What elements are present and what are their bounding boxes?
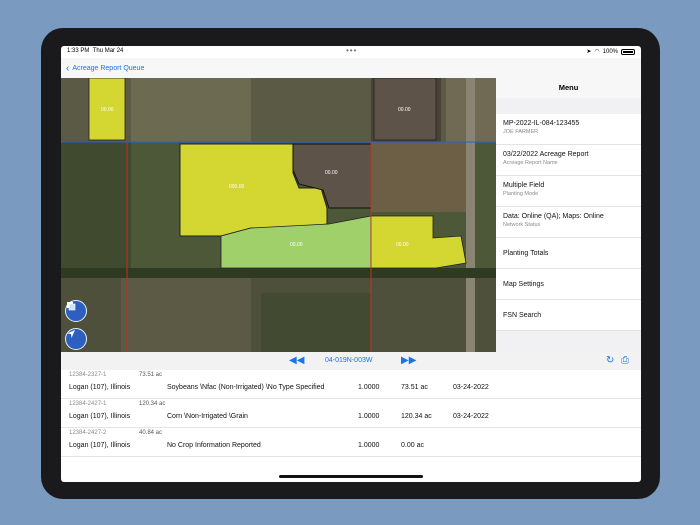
- field-label: 00.00: [325, 170, 338, 176]
- menu-item-sublabel: Acreage Report Name: [503, 160, 558, 166]
- back-button[interactable]: ‹ Acreage Report Queue: [66, 63, 144, 74]
- reported-acres: 120.34 ac: [139, 401, 166, 407]
- reported-acres: 40.84 ac: [139, 430, 163, 436]
- menu-item-label: Planting Totals: [503, 250, 549, 257]
- crop-description: No Crop Information Reported: [167, 442, 261, 449]
- menu-item-planting-totals[interactable]: Planting Totals: [496, 238, 641, 269]
- unit-id: 12384-2427-2: [69, 430, 107, 436]
- home-indicator[interactable]: [279, 475, 423, 478]
- unit-id: 12384-2427-1: [69, 401, 107, 407]
- menu-item-sublabel: JOE FARMER: [503, 129, 539, 135]
- menu-title: Menu: [496, 58, 641, 98]
- menu-item-acreage-report[interactable]: 03/22/2022 Acreage Report Acreage Report…: [496, 145, 641, 176]
- field-label: 00.00: [398, 107, 411, 113]
- list-item[interactable]: 12384-2427-2 40.84 ac Logan (107), Illin…: [61, 428, 641, 457]
- menu-item-map-settings[interactable]: Map Settings: [496, 269, 641, 300]
- wifi-icon: ◠: [594, 49, 600, 55]
- status-bar: 1:33 PM Thu Mar 24 ••• ➤ ◠ 100%: [61, 46, 641, 58]
- planting-list: 12384-2327-1 73.51 ac Logan (107), Illin…: [61, 370, 641, 457]
- app-screen: 1:33 PM Thu Mar 24 ••• ➤ ◠ 100% ‹ Acreag…: [61, 46, 641, 482]
- planting-date: 03-24-2022: [453, 413, 489, 420]
- county: Logan (107), Illinois: [69, 384, 131, 391]
- map-road: [466, 78, 475, 352]
- layers-button[interactable]: [65, 300, 87, 322]
- satellite-map[interactable]: 00.00 00.00 000.00 00.00 00.00 00.00: [61, 78, 496, 352]
- list-item[interactable]: 12384-2327-1 73.51 ac Logan (107), Illin…: [61, 370, 641, 399]
- map-treeline: [61, 268, 496, 278]
- map-terrain: [121, 278, 251, 352]
- previous-section-button[interactable]: ◀◀: [289, 355, 304, 366]
- map-terrain: [261, 293, 371, 352]
- map-terrain: [61, 142, 131, 272]
- acres: 120.34 ac: [401, 413, 432, 420]
- map-terrain: [371, 142, 466, 212]
- menu-item-label: FSN Search: [503, 312, 542, 319]
- chevron-left-icon: ‹: [66, 63, 70, 74]
- menu-item-policy[interactable]: MP-2022-IL-084-123455 JOE FARMER: [496, 114, 641, 145]
- map-canvas[interactable]: 00.00 00.00 000.00 00.00 00.00 00.00: [61, 78, 496, 352]
- section-toolbar: ◀◀ 04-019N-003W ▶▶ ↻ ⎙: [61, 352, 641, 370]
- menu-item-sublabel: Planting Mode: [503, 191, 539, 197]
- current-location-button[interactable]: [65, 328, 87, 350]
- field-label: 000.00: [229, 184, 245, 190]
- field-label: 00.00: [396, 242, 409, 248]
- location-icon: ➤: [586, 49, 592, 55]
- back-button-label: Acreage Report Queue: [72, 65, 145, 72]
- acres: 73.51 ac: [401, 384, 428, 391]
- menu-item-sublabel: Network Status: [503, 222, 541, 228]
- menu-list: MP-2022-IL-084-123455 JOE FARMER 03/22/2…: [496, 114, 641, 331]
- share: 1.0000: [358, 413, 380, 420]
- battery-percent: 100%: [602, 48, 618, 55]
- navigation-bar: ‹ Acreage Report Queue: [61, 58, 496, 78]
- county: Logan (107), Illinois: [69, 413, 131, 420]
- menu-item-network-status[interactable]: Data: Online (QA); Maps: Online Network …: [496, 207, 641, 238]
- map-terrain: [131, 78, 251, 142]
- field-label: 00.00: [101, 107, 114, 113]
- menu-item-label: Data: Online (QA); Maps: Online: [503, 213, 604, 220]
- menu-item-label: 03/22/2022 Acreage Report: [503, 151, 589, 158]
- side-menu: Menu MP-2022-IL-084-123455 JOE FARMER 03…: [496, 58, 641, 352]
- acres: 0.00 ac: [401, 442, 424, 449]
- unit-id: 12384-2327-1: [69, 372, 107, 378]
- battery-icon: [621, 48, 635, 55]
- menu-item-label: Multiple Field: [503, 182, 545, 189]
- refresh-icon[interactable]: ↻: [606, 355, 614, 366]
- status-time: 1:33 PM Thu Mar 24: [67, 48, 124, 54]
- county: Logan (107), Illinois: [69, 442, 131, 449]
- planting-date: 03-24-2022: [453, 384, 489, 391]
- reported-acres: 73.51 ac: [139, 372, 163, 378]
- layers-icon: [67, 302, 76, 311]
- menu-item-planting-mode[interactable]: Multiple Field Planting Mode: [496, 176, 641, 207]
- next-section-button[interactable]: ▶▶: [401, 355, 416, 366]
- print-icon[interactable]: ⎙: [621, 355, 629, 366]
- menu-item-label: Map Settings: [503, 281, 544, 288]
- share: 1.0000: [358, 442, 380, 449]
- section-label: 04-019N-003W: [325, 357, 373, 364]
- list-item[interactable]: 12384-2427-1 120.34 ac Logan (107), Illi…: [61, 399, 641, 428]
- multitasking-dots-icon[interactable]: •••: [346, 46, 357, 55]
- field-label: 00.00: [290, 242, 303, 248]
- menu-item-label: MP-2022-IL-084-123455: [503, 120, 580, 127]
- menu-item-fsn-search[interactable]: FSN Search: [496, 300, 641, 331]
- crop-description: Corn \Non-Irrigated \Grain: [167, 413, 248, 420]
- location-arrow-icon: [67, 330, 75, 338]
- crop-description: Soybeans \Nfac (Non-Irrigated) \No Type …: [167, 384, 325, 391]
- share: 1.0000: [358, 384, 380, 391]
